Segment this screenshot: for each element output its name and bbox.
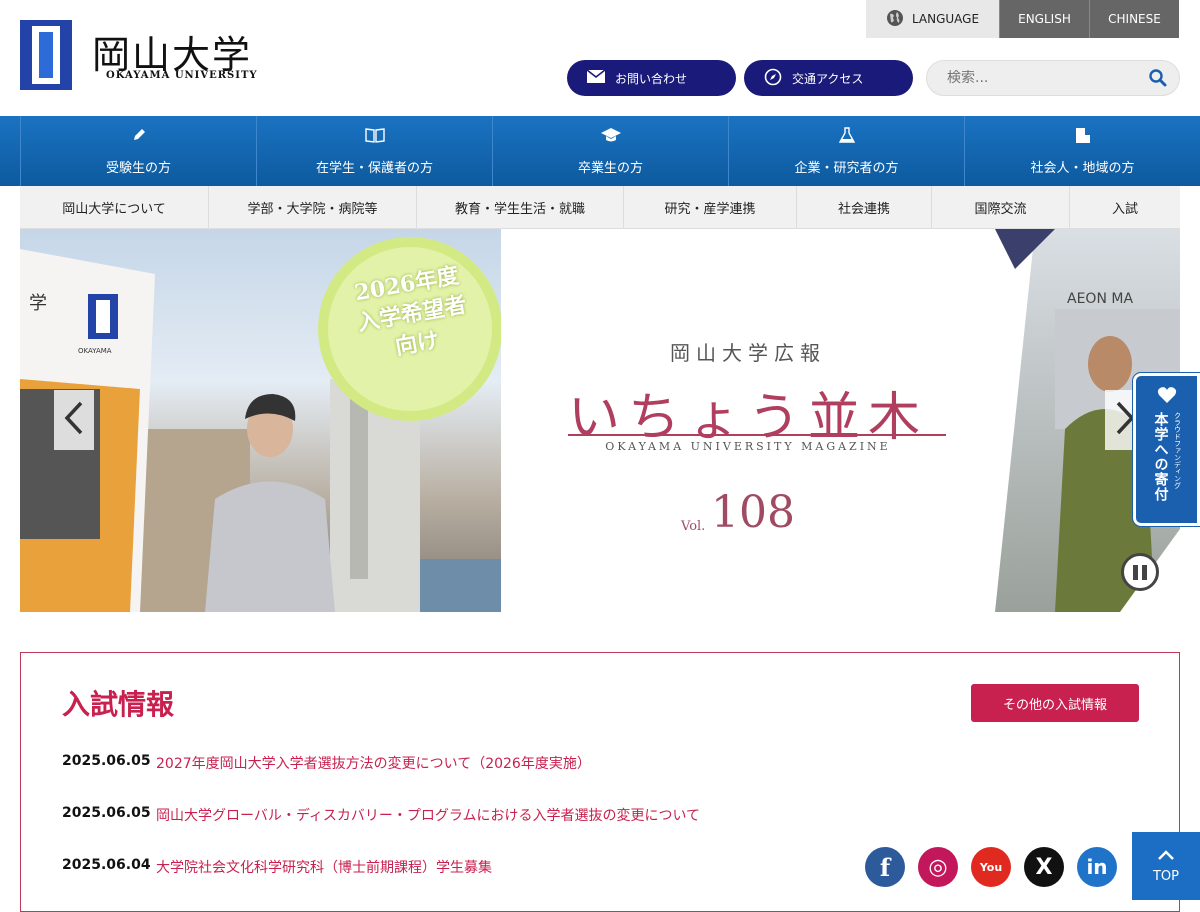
back-to-top-label: TOP	[1152, 868, 1179, 884]
news-title-link[interactable]: 大学院社会文化科学研究科（博士前期課程）学生募集	[156, 857, 492, 877]
audience-nav-label: 社会人・地域の方	[1030, 160, 1135, 176]
pencil-icon	[131, 127, 147, 147]
admissions-title: 入試情報	[62, 688, 175, 721]
audience-nav-applicants[interactable]: 受験生の方	[20, 116, 256, 186]
news-date: 2025.06.05	[62, 805, 151, 821]
audience-nav-companies[interactable]: 企業・研究者の方	[728, 116, 964, 186]
lang-chinese-button[interactable]: CHINESE	[1089, 0, 1179, 38]
magazine-kicker: 岡山大学広報	[670, 341, 826, 365]
brochure-card-text: OKAYAMA	[78, 347, 112, 355]
lang-english-button[interactable]: ENGLISH	[999, 0, 1089, 38]
language-label-text: LANGUAGE	[911, 12, 980, 26]
book-icon	[364, 127, 385, 147]
audience-nav-students[interactable]: 在学生・保護者の方	[256, 116, 492, 186]
hero-right-sign: AEON MA	[1067, 291, 1134, 307]
news-title-link[interactable]: 岡山大学グローバル・ディスカバリー・プログラムにおける入学者選抜の変更について	[156, 805, 700, 825]
hero-slide-center: 岡山大学広報 いちょう並木 OKAYAMA UNIVERSITY MAGAZIN…	[501, 229, 995, 612]
main-nav-faculties[interactable]: 学部・大学院・病院等	[209, 186, 417, 228]
pause-icon	[1133, 564, 1147, 580]
language-label: LANGUAGE	[866, 0, 999, 38]
donation-label: 本学への寄付	[1152, 412, 1169, 502]
donation-sub: クラウドファンディング	[1173, 412, 1182, 489]
heart-icon	[1157, 386, 1177, 408]
news-date: 2025.06.05	[62, 753, 151, 769]
access-label: 交通アクセス	[792, 71, 864, 86]
news-item[interactable]: 2025.06.05 2027年度岡山大学入学者選抜方法の変更について（2026…	[62, 753, 591, 773]
main-nav-admissions[interactable]: 入試	[1070, 186, 1180, 228]
youtube-icon[interactable]: You	[971, 847, 1011, 887]
compass-icon	[764, 68, 782, 89]
access-button[interactable]: 交通アクセス	[744, 60, 913, 96]
magazine-vol-label: Vol.	[681, 519, 706, 534]
facebook-icon[interactable]: f	[865, 847, 905, 887]
hero-slider[interactable]: 学 OKAYAMA 2026年度 入学希望者 向け 岡山大学広報 いちょう並木 …	[20, 229, 1180, 612]
chevron-up-icon	[1157, 849, 1175, 865]
main-nav-research[interactable]: 研究・産学連携	[624, 186, 797, 228]
main-nav-about[interactable]: 岡山大学について	[20, 186, 209, 228]
mail-icon	[586, 69, 606, 86]
contact-button[interactable]: お問い合わせ	[567, 60, 736, 96]
donation-tab[interactable]: 本学への寄付 クラウドファンディング	[1132, 372, 1200, 527]
audience-nav-label: 企業・研究者の方	[794, 160, 899, 176]
magazine-title: いちょう並木	[567, 388, 928, 448]
slider-prev-button[interactable]	[54, 390, 94, 450]
news-item[interactable]: 2025.06.04 大学院社会文化科学研究科（博士前期課程）学生募集	[62, 857, 492, 877]
linkedin-icon[interactable]: in	[1077, 847, 1117, 887]
main-nav: 岡山大学について 学部・大学院・病院等 教育・学生生活・就職 研究・産学連携 社…	[20, 186, 1180, 229]
news-date: 2025.06.04	[62, 857, 151, 873]
building-icon	[1074, 127, 1092, 147]
back-to-top-button[interactable]: TOP	[1132, 832, 1200, 900]
search-icon[interactable]	[1149, 69, 1167, 91]
magazine-vol-number: 108	[711, 487, 795, 538]
chevron-right-icon	[1115, 401, 1135, 439]
magazine-subtitle: OKAYAMA UNIVERSITY MAGAZINE	[605, 440, 891, 453]
audience-nav-alumni[interactable]: 卒業生の方	[492, 116, 728, 186]
main-nav-education[interactable]: 教育・学生生活・就職	[417, 186, 624, 228]
admissions-more-button[interactable]: その他の入試情報	[971, 684, 1139, 722]
brochure-side-char: 学	[29, 293, 47, 314]
chevron-left-icon	[64, 401, 84, 439]
search-box	[926, 60, 1180, 96]
flask-icon	[838, 126, 855, 147]
x-icon[interactable]: X	[1024, 847, 1064, 887]
news-title-link[interactable]: 2027年度岡山大学入学者選抜方法の変更について（2026年度実施）	[156, 753, 591, 773]
logo-text-en: OKAYAMA UNIVERSITY	[106, 70, 258, 81]
magazine-rule	[568, 434, 946, 436]
main-nav-international[interactable]: 国際交流	[932, 186, 1070, 228]
audience-nav-community[interactable]: 社会人・地域の方	[964, 116, 1200, 186]
audience-nav-label: 卒業生の方	[577, 160, 643, 176]
contact-label: お問い合わせ	[615, 71, 688, 86]
news-item[interactable]: 2025.06.05 岡山大学グローバル・ディスカバリー・プログラムにおける入学…	[62, 805, 700, 825]
audience-nav-label: 受験生の方	[105, 160, 171, 176]
audience-nav: 受験生の方 在学生・保護者の方 卒業生の方 企業・研究者の方 社会人・地域の方	[0, 116, 1200, 186]
instagram-icon[interactable]: ◎	[918, 847, 958, 887]
audience-nav-label: 在学生・保護者の方	[315, 160, 433, 176]
language-bar: LANGUAGE ENGLISH CHINESE	[866, 0, 1179, 38]
slider-pause-button[interactable]	[1121, 553, 1159, 591]
graduation-cap-icon	[600, 127, 621, 147]
globe-icon	[886, 9, 904, 30]
main-nav-social[interactable]: 社会連携	[797, 186, 932, 228]
university-logo[interactable]	[20, 20, 72, 90]
search-input[interactable]	[947, 70, 1142, 86]
